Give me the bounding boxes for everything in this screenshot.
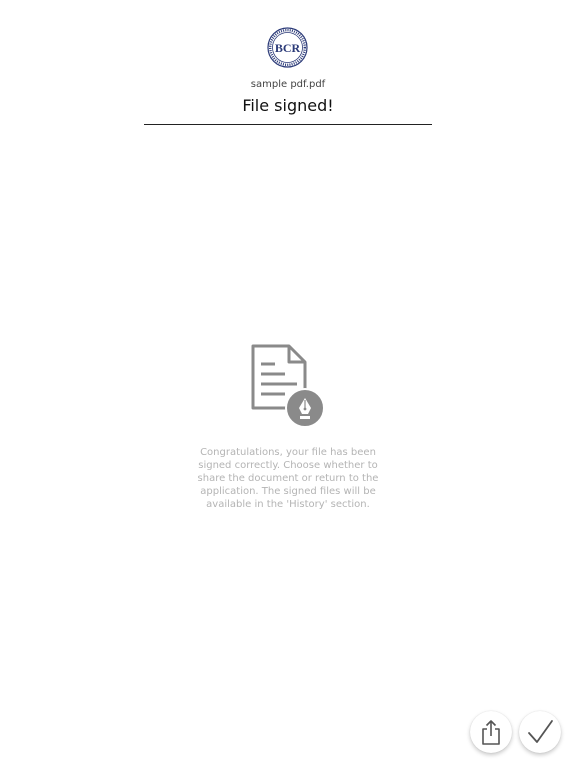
file-signed-screen: BCR sample pdf.pdf File signed! Congratu… — [0, 0, 576, 768]
page-title: File signed! — [242, 96, 334, 115]
logo-monogram: BCR — [275, 41, 301, 55]
signed-document-icon — [247, 342, 327, 430]
confirm-button[interactable] — [519, 711, 561, 753]
share-icon — [482, 720, 500, 745]
share-button[interactable] — [470, 711, 512, 753]
header-divider — [144, 124, 432, 125]
bank-seal-logo-icon: BCR — [267, 27, 308, 68]
file-name: sample pdf.pdf — [250, 79, 326, 90]
checkmark-icon — [528, 720, 553, 743]
success-message: Congratulations, your file has been sign… — [197, 447, 379, 510]
